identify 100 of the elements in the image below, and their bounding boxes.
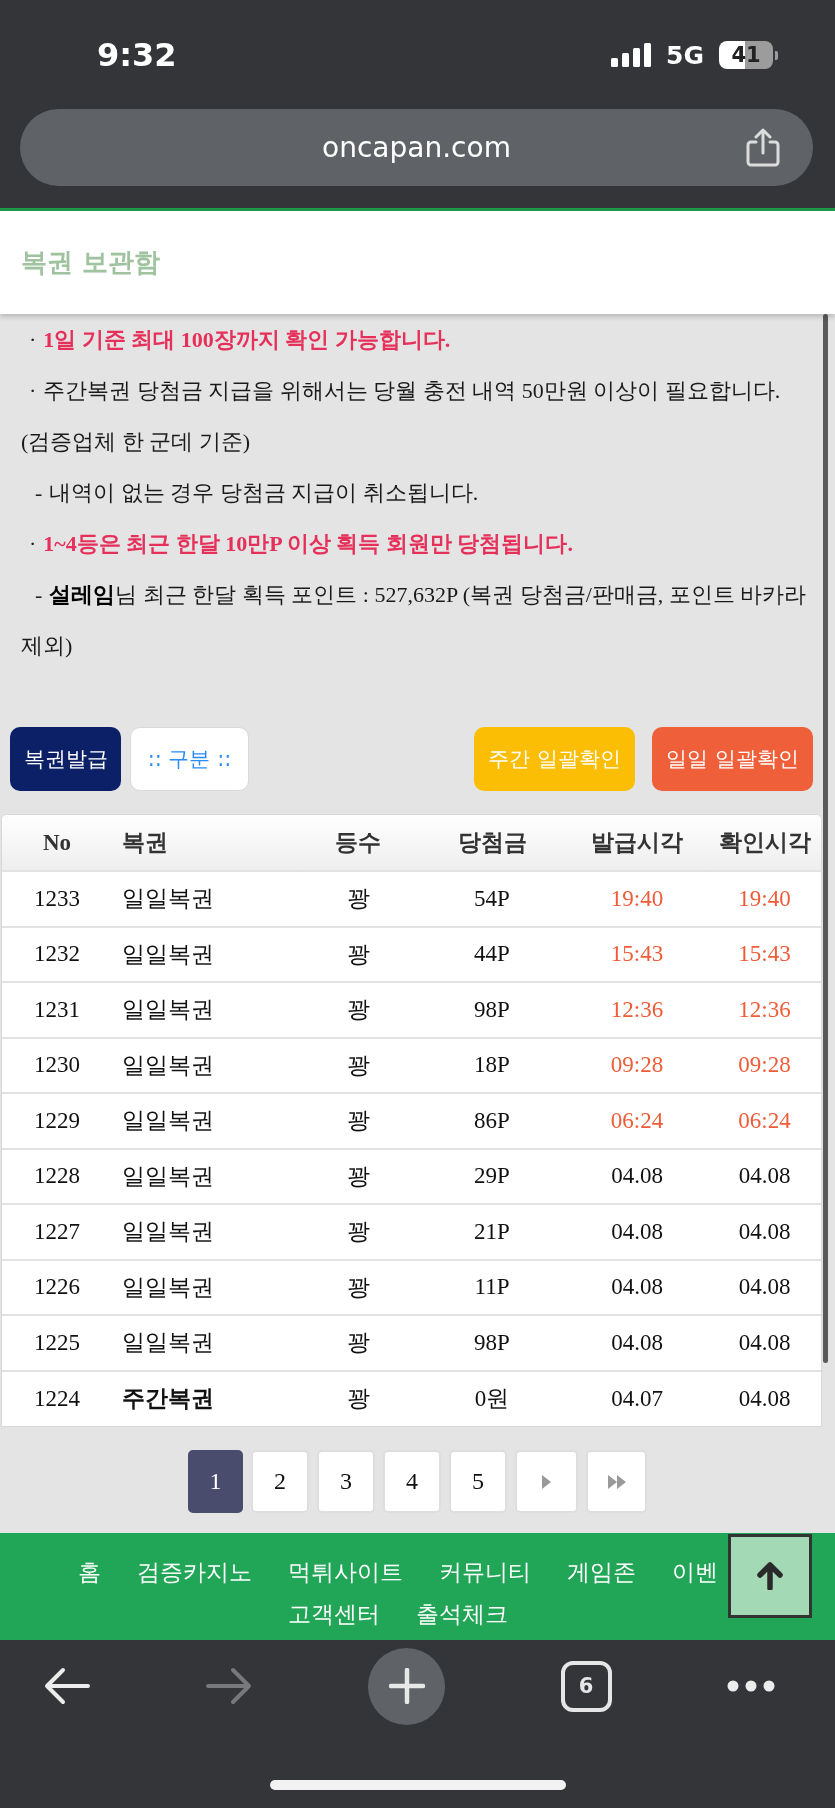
nav-link[interactable]: 홈 [77, 1555, 101, 1589]
ticket-number: 1224 [2, 1370, 112, 1426]
ticket-name: 일일복권 [112, 1148, 300, 1204]
issue-time: 09:28 [568, 1037, 706, 1093]
nav-link[interactable]: 이벤 [671, 1555, 718, 1589]
category-dropdown[interactable]: :: 구분 :: [130, 727, 249, 791]
ticket-name: 일일복권 [112, 871, 300, 927]
prize-amount: 54P [416, 871, 568, 927]
rank: 꽝 [300, 1037, 416, 1093]
check-time: 04.08 [706, 1259, 821, 1315]
ticket-name: 일일복권 [112, 982, 300, 1038]
ticket-name: 일일복권 [112, 1093, 300, 1149]
share-icon[interactable] [745, 127, 781, 168]
nav-link[interactable]: 검증카지노 [136, 1555, 252, 1589]
prize-amount: 18P [416, 1037, 568, 1093]
prize-amount: 44P [416, 926, 568, 982]
nav-link[interactable]: 게임존 [566, 1555, 636, 1589]
ticket-number: 1233 [2, 871, 112, 927]
issue-time: 06:24 [568, 1093, 706, 1149]
page-button[interactable]: 5 [449, 1450, 507, 1513]
check-time: 06:24 [706, 1093, 821, 1149]
url-text: oncapan.com [322, 133, 511, 162]
rank: 꽝 [300, 1370, 416, 1426]
weekly-check-button[interactable]: 주간 일괄확인 [474, 727, 635, 791]
rank: 꽝 [300, 1093, 416, 1149]
rank: 꽝 [300, 1315, 416, 1371]
ticket-name: 일일복권 [112, 1315, 300, 1371]
ticket-number: 1228 [2, 1148, 112, 1204]
check-time: 09:28 [706, 1037, 821, 1093]
address-bar[interactable]: oncapan.com [20, 109, 813, 186]
daily-check-button[interactable]: 일일 일괄확인 [652, 727, 813, 791]
notice-text: · 주간복권 당첨금 지급을 위해서는 당월 충전 내역 50만원 이상이 필요합니다. (검증업체 한 군데 기준) [21, 377, 782, 456]
rank: 꽝 [300, 1259, 416, 1315]
network-type: 5G [666, 42, 704, 68]
issue-time: 19:40 [568, 871, 706, 927]
check-time: 12:36 [706, 982, 821, 1038]
ticket-name: 일일복권 [112, 1204, 300, 1260]
check-time: 19:40 [706, 871, 821, 927]
page-button[interactable]: 2 [251, 1450, 309, 1513]
prize-amount: 21P [416, 1204, 568, 1260]
check-time: 15:43 [706, 926, 821, 982]
issue-time: 15:43 [568, 926, 706, 982]
ticket-name: 주간복권 [112, 1370, 300, 1426]
rank: 꽝 [300, 926, 416, 982]
issue-time: 12:36 [568, 982, 706, 1038]
ticket-name: 일일복권 [112, 1037, 300, 1093]
ticket-name: 일일복권 [112, 926, 300, 982]
prize-amount: 98P [416, 1315, 568, 1371]
ticket-name: 일일복권 [112, 1259, 300, 1315]
ticket-number: 1225 [2, 1315, 112, 1371]
status-time: 9:32 [97, 39, 177, 71]
rank: 꽝 [300, 1148, 416, 1204]
page-button[interactable]: 3 [317, 1450, 375, 1513]
prize-amount: 98P [416, 982, 568, 1038]
back-arrow-icon[interactable] [43, 1666, 90, 1706]
ticket-number: 1231 [2, 982, 112, 1038]
check-time: 04.08 [706, 1204, 821, 1260]
issue-time: 04.08 [568, 1259, 706, 1315]
plus-icon [388, 1668, 425, 1704]
rank: 꽝 [300, 1204, 416, 1260]
prize-amount: 86P [416, 1093, 568, 1149]
ticket-number: 1229 [2, 1093, 112, 1149]
nav-link[interactable]: 커뮤니티 [438, 1555, 531, 1589]
rank: 꽝 [300, 871, 416, 927]
issue-ticket-button[interactable]: 복권발급 [10, 727, 121, 791]
page-button[interactable]: 1 [188, 1450, 243, 1513]
nav-link[interactable]: 고객센터 [287, 1597, 380, 1631]
signal-icon [611, 43, 652, 67]
nav-link[interactable]: 출석체크 [415, 1597, 508, 1631]
nav-link[interactable]: 먹튀사이트 [287, 1555, 403, 1589]
scroll-top-button[interactable] [728, 1534, 812, 1618]
issue-time: 04.08 [568, 1148, 706, 1204]
column-header: No [2, 815, 112, 871]
arrow-up-icon [757, 1562, 783, 1590]
page-title: 복권 보관함 [21, 246, 161, 279]
caret-right-icon [542, 1474, 551, 1489]
check-time: 04.08 [706, 1315, 821, 1371]
check-time: 04.08 [706, 1148, 821, 1204]
rank: 꽝 [300, 982, 416, 1038]
prize-amount: 11P [416, 1259, 568, 1315]
ticket-number: 1226 [2, 1259, 112, 1315]
column-header: 확인시각 [706, 815, 821, 871]
ticket-number: 1227 [2, 1204, 112, 1260]
tab-count-button[interactable]: 6 [560, 1660, 612, 1712]
notice-text: - 내역이 없는 경우 당첨금 지급이 취소됩니다. [34, 479, 480, 507]
ticket-number: 1232 [2, 926, 112, 982]
double-caret-right-icon [607, 1474, 626, 1489]
issue-time: 04.08 [568, 1315, 706, 1371]
prize-amount: 0원 [416, 1370, 568, 1426]
ticket-number: 1230 [2, 1037, 112, 1093]
prize-amount: 29P [416, 1148, 568, 1204]
check-time: 04.08 [706, 1370, 821, 1426]
issue-time: 04.08 [568, 1204, 706, 1260]
last-page-button[interactable] [586, 1450, 647, 1513]
more-icon[interactable] [727, 1680, 775, 1692]
issue-time: 04.07 [568, 1370, 706, 1426]
notice-text: · 1일 기준 최대 100장까지 확인 가능합니다. [28, 326, 452, 354]
page-button[interactable]: 4 [383, 1450, 441, 1513]
notice-text: · 1~4등은 최근 한달 10만P 이상 획득 회원만 당첨됩니다. [28, 530, 574, 558]
notice-text: - 설레임님 최근 한달 획득 포인트 : 527,632P (복권 당첨금/판매금, 포인트 바카라 제외) [21, 581, 808, 660]
